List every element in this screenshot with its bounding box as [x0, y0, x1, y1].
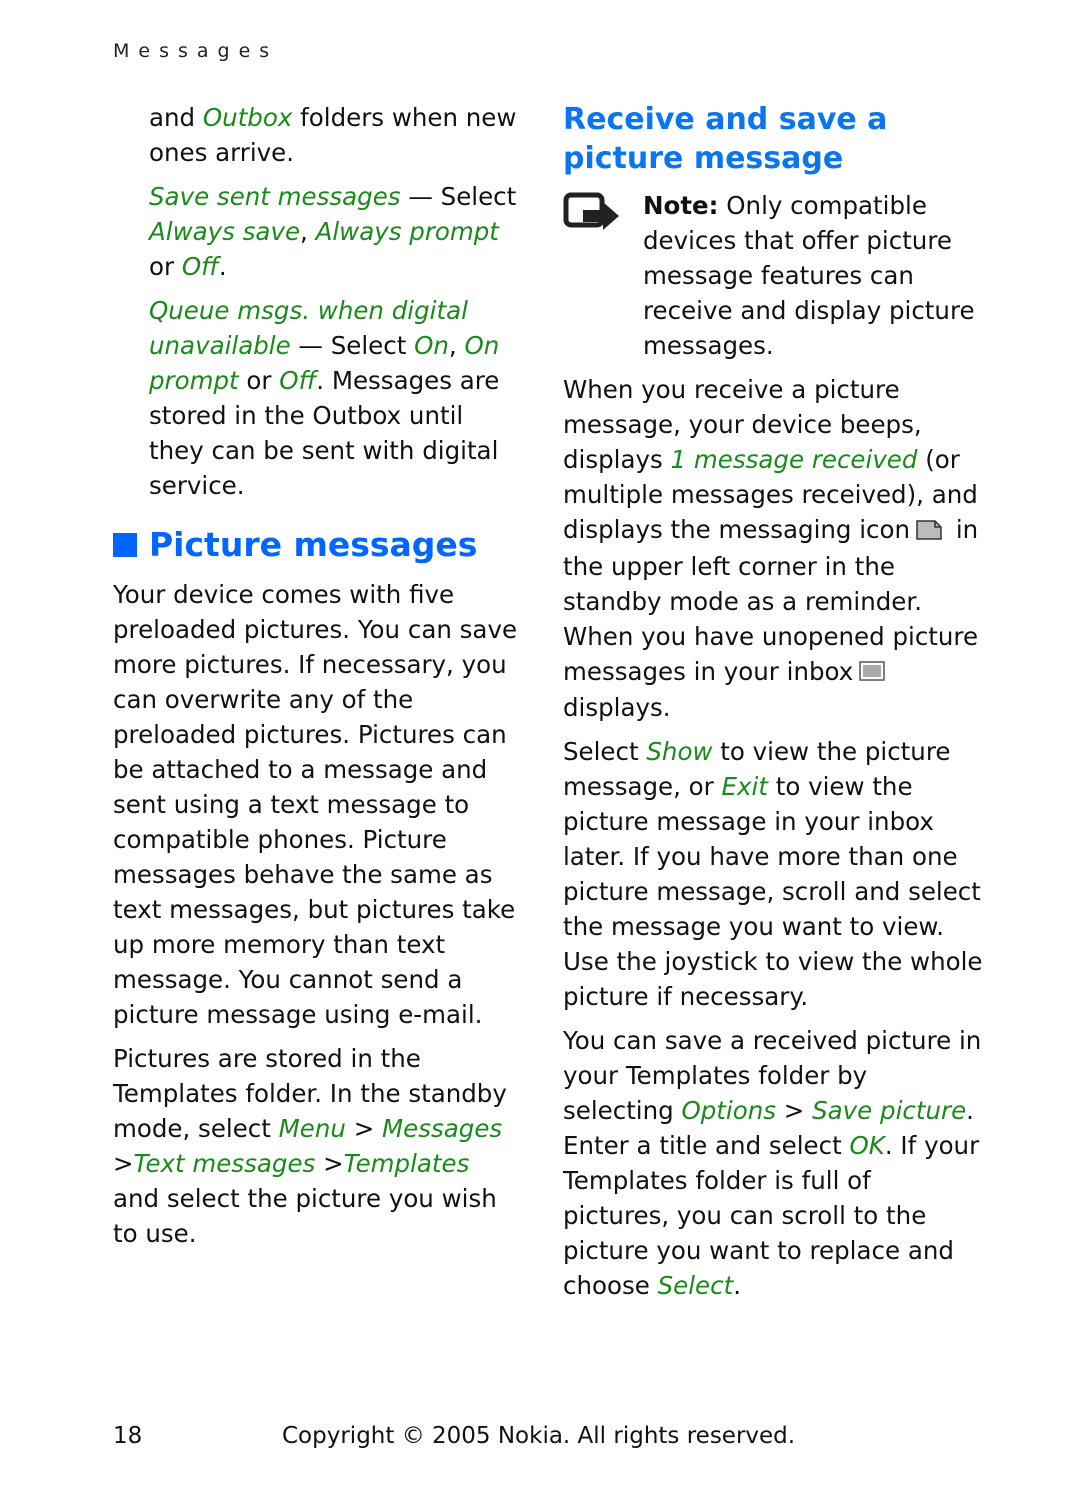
save-picture-paragraph: You can save a received picture in your … — [563, 1026, 982, 1300]
running-head: Messages — [113, 40, 279, 62]
outbox-term: Outbox — [202, 103, 293, 132]
section-heading: Picture messages — [113, 525, 523, 565]
picture-messages-paragraph-1: Your device comes with five preloaded pi… — [113, 580, 518, 1029]
save-sent-term: Save sent messages — [149, 182, 401, 211]
messaging-icon — [916, 514, 942, 549]
show-exit-paragraph: Select Show to view the picture message,… — [563, 737, 983, 1011]
continuation-paragraph: and Outbox folders when new ones arrive. — [149, 103, 517, 167]
picture-messages-paragraph-2: Pictures are stored in the Templates fol… — [113, 1044, 507, 1248]
copyright: Copyright © 2005 Nokia. All rights reser… — [282, 1423, 796, 1449]
receive-paragraph: When you receive a picture message, your… — [563, 375, 979, 722]
note-block: Note: Only compatible devices that offer… — [563, 188, 983, 363]
inbox-picture-icon — [859, 655, 886, 690]
note-text: Note: Only compatible devices that offer… — [643, 191, 975, 360]
queue-msgs-item: Queue msgs. when digital unavailable — S… — [149, 296, 500, 500]
left-column: and Outbox folders when new ones arrive.… — [113, 100, 523, 1260]
right-column: Receive and save a picture message Note:… — [563, 100, 983, 1312]
page-number: 18 — [113, 1423, 143, 1449]
subheading: Receive and save a picture message — [563, 102, 888, 176]
heading-square-icon — [113, 533, 137, 557]
save-sent-messages-item: Save sent messages — Select Always save,… — [149, 182, 517, 281]
note-arrow-icon — [563, 188, 643, 363]
